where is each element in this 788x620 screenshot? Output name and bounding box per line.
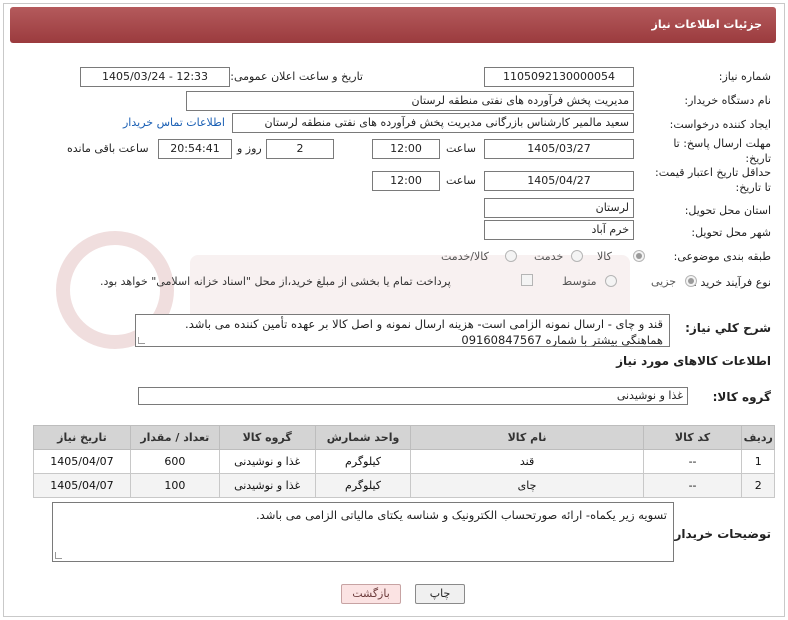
remaining-time-field: 20:54:41 (158, 139, 232, 159)
process-type-label: نوع فرآیند خرید : (693, 276, 771, 289)
announce-datetime-label: تاریخ و ساعت اعلان عمومی: (230, 70, 363, 83)
goods-group-field: غذا و نوشیدنی (138, 387, 688, 405)
delivery-city-field: خرم آباد (484, 220, 634, 240)
delivery-province-field: لرستان (484, 198, 634, 218)
reply-deadline-label-2: تاریخ: (745, 152, 771, 165)
col-header-item-code: کد کالا (642, 425, 743, 450)
price-validity-label-2: تا تاریخ: (735, 181, 771, 194)
col-header-row-number: ردیف (741, 425, 775, 450)
panel-header: جزئیات اطلاعات نیاز (10, 7, 776, 43)
col-header-item-name: نام کالا (410, 425, 644, 450)
category-goods-service-radio[interactable] (505, 250, 517, 262)
reply-deadline-date-field: 1405/03/27 (484, 139, 634, 159)
cell-unit: کیلوگرم (314, 449, 412, 474)
cell-need-date: 1405/04/07 (33, 449, 131, 474)
cell-item-name: چای (410, 473, 644, 498)
reply-deadline-time-field: 12:00 (372, 139, 440, 159)
cell-row-number: 1 (741, 449, 775, 474)
description-line-1: قند و چای - ارسال نمونه الزامی است- هزین… (185, 317, 663, 331)
resize-handle-icon[interactable] (55, 552, 62, 559)
print-button[interactable]: چاپ (415, 584, 465, 604)
cell-unit: کیلوگرم (314, 473, 412, 498)
buyer-contact-link[interactable]: اطلاعات تماس خریدار (123, 116, 225, 129)
category-goods-label: کالا (597, 250, 612, 263)
table-row: 2 -- چای کیلوگرم غذا و نوشیدنی 100 1405/… (33, 473, 775, 498)
category-label: طبقه بندی موضوعی: (673, 250, 771, 263)
cell-item-code: -- (642, 449, 743, 474)
requester-label: ایجاد کننده درخواست: (669, 118, 771, 131)
reply-days-field: 2 (266, 139, 334, 159)
process-medium-label: متوسط (562, 275, 597, 288)
treasury-payment-checkbox[interactable] (521, 274, 533, 286)
col-header-goods-group: گروه کالا (218, 425, 316, 450)
goods-group-label: گروه کالا: (712, 390, 771, 404)
cell-quantity: 100 (129, 473, 220, 498)
description-line-2: هماهنگی بیشتر با شماره 09160847567 (461, 333, 663, 347)
cell-goods-group: غذا و نوشیدنی (218, 473, 316, 498)
category-service-radio[interactable] (571, 250, 583, 262)
cell-goods-group: غذا و نوشیدنی (218, 449, 316, 474)
panel-title: جزئیات اطلاعات نیاز (651, 18, 763, 31)
price-validity-time-label: ساعت (446, 174, 476, 187)
treasury-payment-note: پرداخت تمام یا بخشی از مبلغ خرید،از محل … (100, 275, 451, 288)
goods-table-header-row: ردیف کد کالا نام کالا واحد شمارش گروه کا… (33, 425, 775, 450)
category-goods-radio[interactable] (633, 250, 645, 262)
buyer-org-label: نام دستگاه خریدار: (684, 94, 771, 107)
description-textarea: قند و چای - ارسال نمونه الزامی است- هزین… (135, 314, 670, 347)
remaining-time-label: ساعت باقی مانده (67, 142, 149, 155)
goods-section-title: اطلاعات کالاهای مورد نیاز (616, 354, 771, 368)
buyer-notes-text: تسویه زیر یکماه- ارائه صورتحساب الکترونی… (256, 508, 667, 522)
delivery-city-label: شهر محل تحویل: (691, 226, 771, 239)
days-label: روز و (237, 142, 262, 155)
announce-datetime-field: 1405/03/24 - 12:33 (80, 67, 230, 87)
need-number-field: 1105092130000054 (484, 67, 634, 87)
need-number-label: شماره نیاز: (718, 70, 771, 83)
delivery-province-label: استان محل تحویل: (684, 204, 771, 217)
reply-deadline-time-label: ساعت (446, 142, 476, 155)
description-label: شرح كلي نياز: (685, 321, 771, 335)
cell-quantity: 600 (129, 449, 220, 474)
price-validity-label-1: حداقل تاریخ اعتبار قیمت: (655, 166, 771, 179)
buyer-notes-textarea: تسویه زیر یکماه- ارائه صورتحساب الکترونی… (52, 502, 674, 562)
resize-handle-icon[interactable] (138, 337, 145, 344)
price-validity-time-field: 12:00 (372, 171, 440, 191)
back-button[interactable]: بازگشت (341, 584, 401, 604)
col-header-unit: واحد شمارش (314, 425, 412, 450)
cell-item-name: قند (410, 449, 644, 474)
buyer-notes-label: توضیحات خریدار: (669, 527, 771, 541)
col-header-need-date: تاریخ نیاز (33, 425, 131, 450)
reply-deadline-label-1: مهلت ارسال پاسخ: تا (673, 137, 771, 150)
goods-table: ردیف کد کالا نام کالا واحد شمارش گروه کا… (33, 425, 775, 498)
col-header-quantity: تعداد / مقدار (129, 425, 220, 450)
cell-need-date: 1405/04/07 (33, 473, 131, 498)
cell-item-code: -- (642, 473, 743, 498)
requester-field: سعید مالمیر کارشناس بازرگانی مدیریت پخش … (232, 113, 634, 133)
cell-row-number: 2 (741, 473, 775, 498)
table-row: 1 -- قند کیلوگرم غذا و نوشیدنی 600 1405/… (33, 449, 775, 474)
category-service-label: خدمت (534, 250, 564, 263)
process-minor-label: جزیی (651, 275, 677, 288)
buyer-org-field: مدیریت پخش فرآورده های نفتی منطقه لرستان (186, 91, 634, 111)
process-medium-radio[interactable] (605, 275, 617, 287)
price-validity-date-field: 1405/04/27 (484, 171, 634, 191)
category-goods-service-label: کالا/خدمت (441, 250, 489, 263)
process-minor-radio[interactable] (685, 275, 697, 287)
